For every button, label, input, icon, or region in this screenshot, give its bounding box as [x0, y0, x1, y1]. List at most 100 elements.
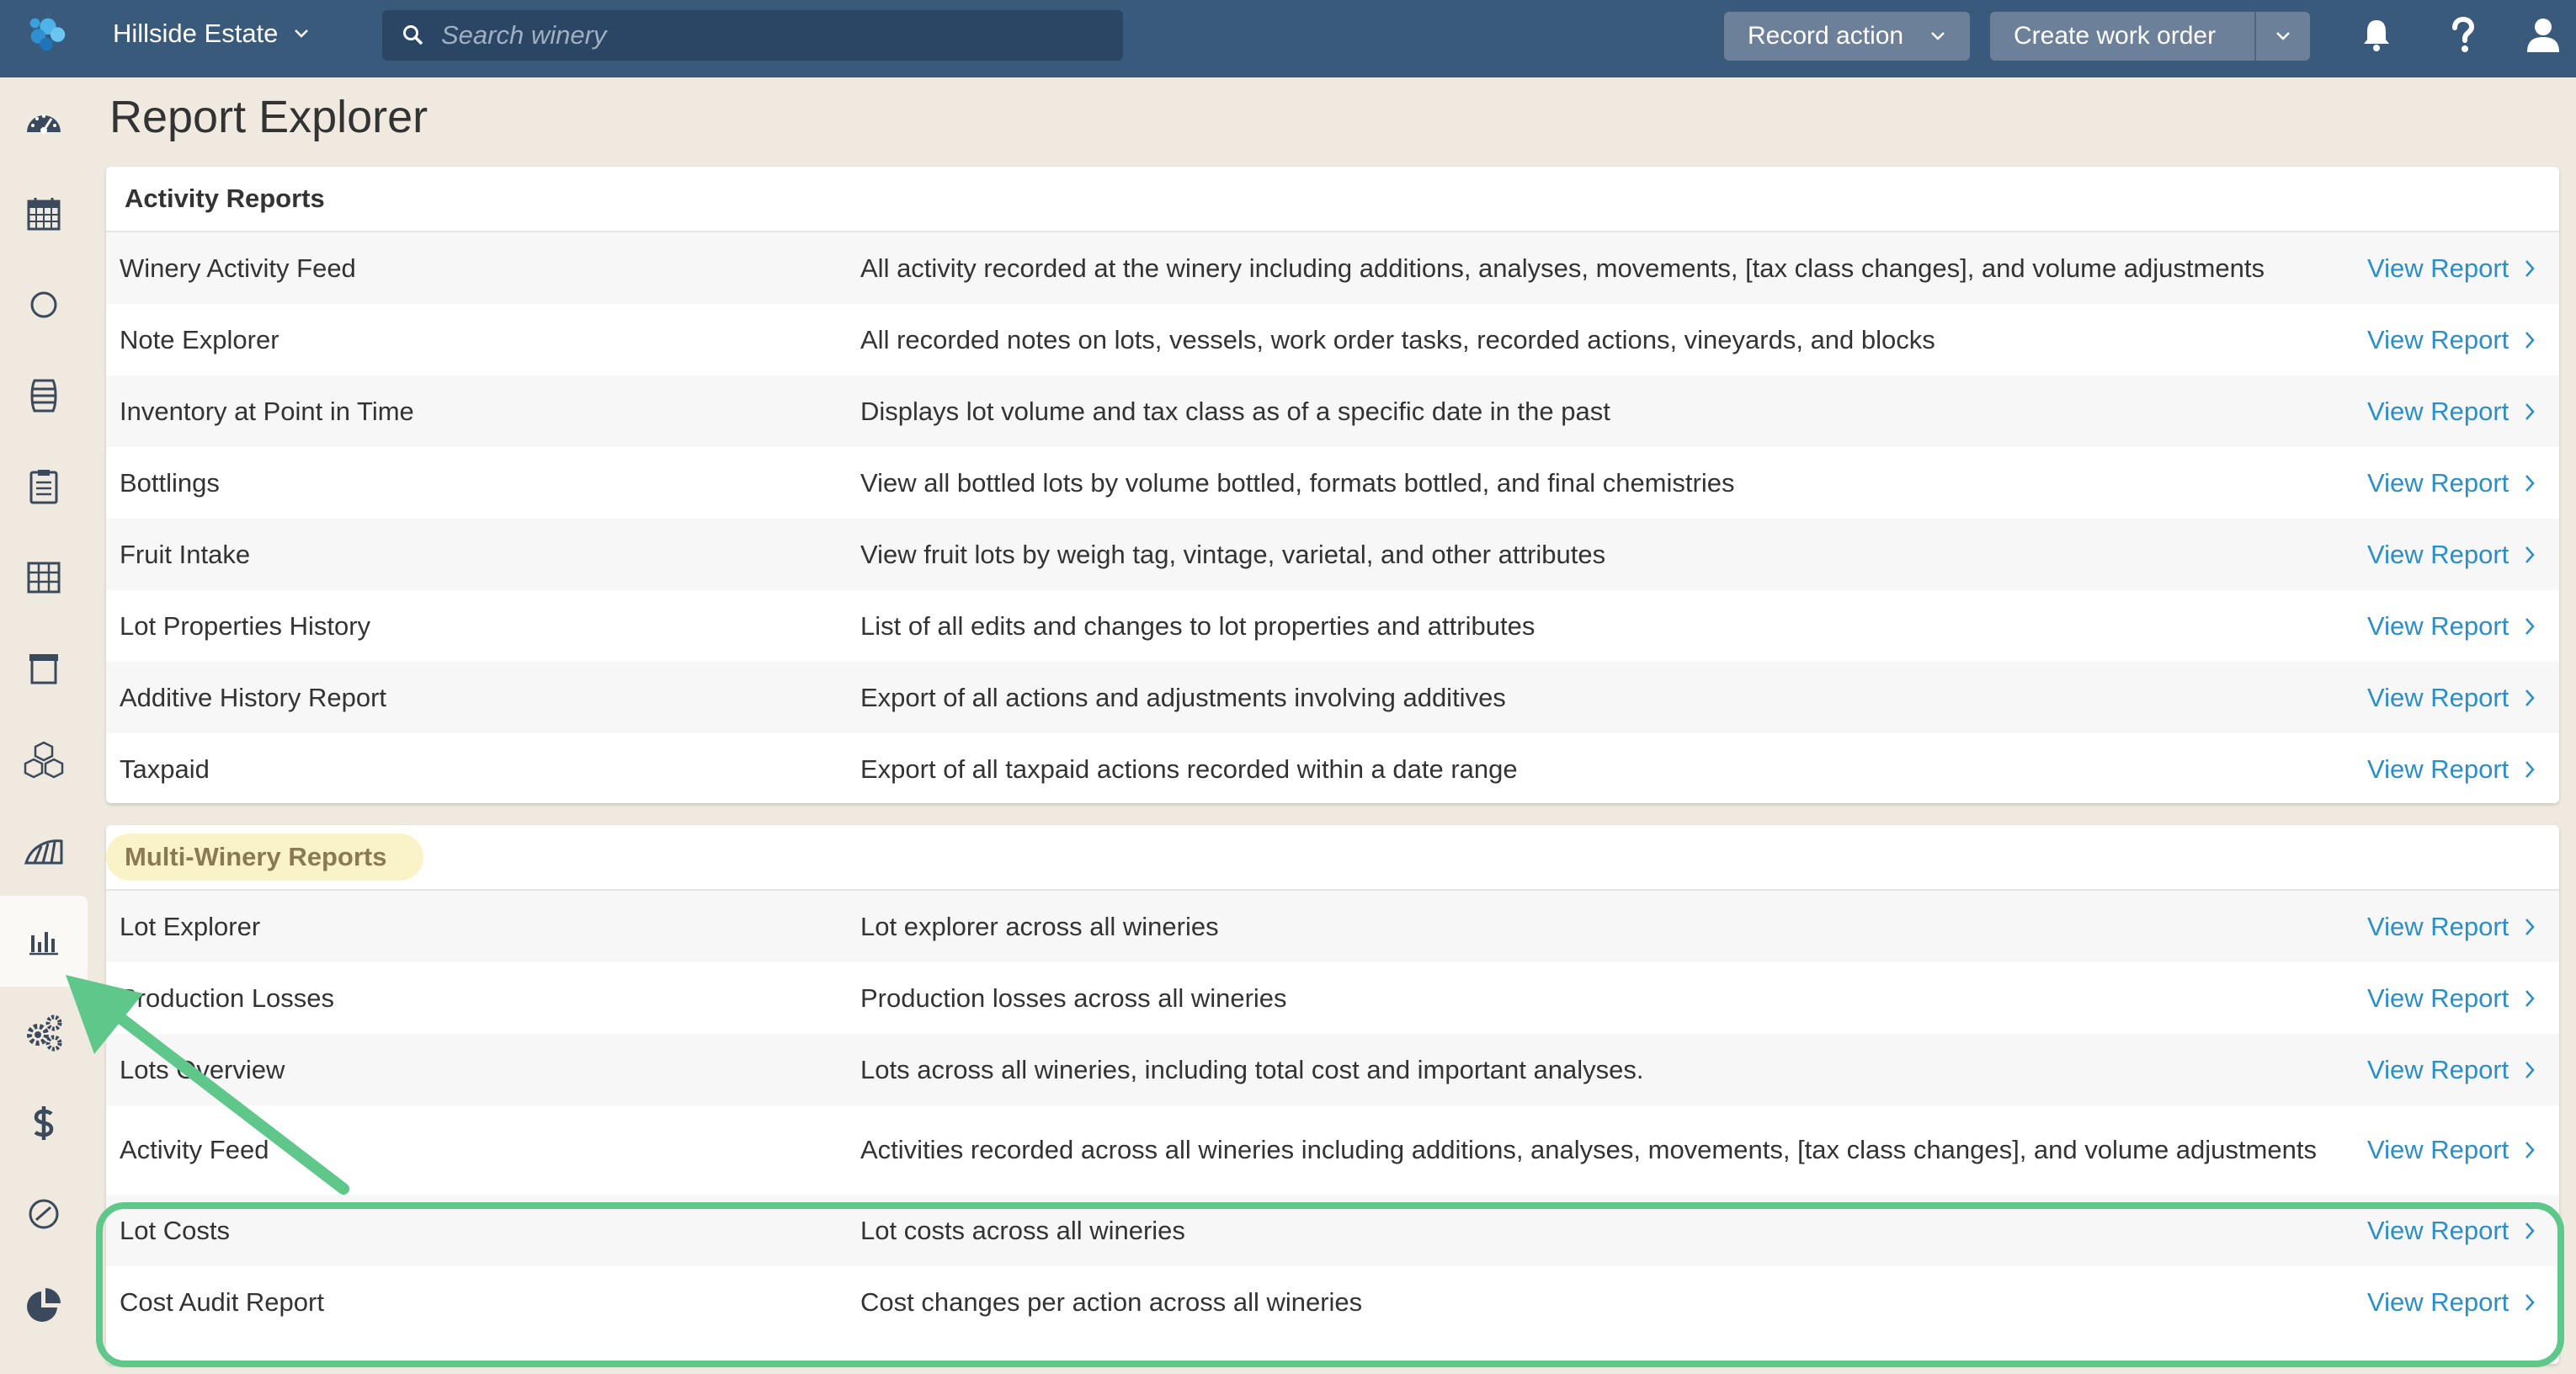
view-report-link[interactable]: View Report: [2367, 611, 2536, 642]
section-heading-container: Multi-Winery Reports: [106, 825, 2559, 891]
report-description: Production losses across all wineries: [860, 983, 1287, 1013]
search-bar[interactable]: [382, 10, 1123, 61]
chevron-right-icon: [2525, 689, 2535, 706]
multi-winery-reports-card: Multi-Winery Reports Lot Explorer Lot exp…: [106, 825, 2559, 1364]
view-report-link[interactable]: View Report: [2367, 468, 2536, 498]
view-report-link[interactable]: View Report: [2367, 253, 2536, 284]
barrel-icon: [30, 379, 57, 413]
view-report-link[interactable]: View Report: [2367, 325, 2536, 355]
report-description: Cost changes per action across all winer…: [860, 1286, 1363, 1317]
user-icon[interactable]: [2524, 15, 2563, 54]
sidebar-item-insights[interactable]: [0, 1260, 88, 1350]
sidebar-item-archive[interactable]: [0, 623, 88, 714]
view-report-label: View Report: [2367, 983, 2509, 1013]
record-action-button[interactable]: Record action: [1724, 12, 1970, 61]
activity-reports-card: Activity Reports Winery Activity Feed All…: [106, 167, 2559, 803]
report-name: Lot Properties History: [120, 610, 371, 641]
grid-icon: [27, 562, 61, 594]
sidebar-item-calendar[interactable]: [0, 168, 88, 259]
pie-chart-icon: [27, 1288, 61, 1322]
report-name: Bottlings: [120, 467, 220, 498]
report-name: Note Explorer: [120, 324, 279, 354]
chevron-right-icon: [2525, 402, 2535, 420]
report-description: Lot explorer across all wineries: [860, 911, 1219, 941]
create-work-order-dropdown[interactable]: [2256, 30, 2310, 42]
sidebar-item-reports[interactable]: [0, 896, 88, 987]
view-report-link[interactable]: View Report: [2367, 1287, 2536, 1318]
view-report-label: View Report: [2367, 253, 2509, 283]
view-report-label: View Report: [2367, 1215, 2509, 1245]
sidebar-item-settings[interactable]: [0, 987, 88, 1078]
sidebar-item-costs[interactable]: [0, 1078, 88, 1169]
bar-chart-icon: [29, 932, 58, 956]
vineyard-icon: [24, 839, 63, 865]
sidebar-item-table[interactable]: [0, 532, 88, 623]
sidebar-item-analysis[interactable]: [0, 1169, 88, 1260]
winery-name: Hillside Estate: [113, 19, 279, 48]
view-report-link[interactable]: View Report: [2367, 683, 2536, 713]
report-description: View all bottled lots by volume bottled,…: [860, 467, 1735, 498]
sidebar-item-lots[interactable]: [0, 259, 88, 350]
app-logo-icon[interactable]: [24, 12, 72, 61]
help-icon[interactable]: [2443, 15, 2482, 54]
view-report-label: View Report: [2367, 911, 2509, 941]
report-name: Lot Costs: [120, 1215, 230, 1245]
clipboard-icon: [29, 470, 58, 504]
create-work-order-button[interactable]: Create work order: [1990, 12, 2310, 61]
top-navigation-bar: Hillside Estate Record action Create wor…: [0, 0, 2576, 77]
report-row: Inventory at Point in Time Displays lot v…: [106, 375, 2559, 447]
report-description: All recorded notes on lots, vessels, wor…: [860, 324, 1935, 354]
report-description: View fruit lots by weigh tag, vintage, v…: [860, 539, 1606, 569]
report-description: Export of all actions and adjustments in…: [860, 682, 1506, 712]
view-report-label: View Report: [2367, 396, 2509, 426]
report-name: Additive History Report: [120, 682, 387, 712]
report-row: Winery Activity Feed All activity recorde…: [106, 232, 2559, 304]
report-name: Lot Explorer: [120, 911, 261, 941]
section-heading: Multi-Winery Reports: [106, 833, 424, 881]
view-report-link[interactable]: View Report: [2367, 983, 2536, 1014]
section-heading: Activity Reports: [106, 167, 2559, 232]
report-row: Activity Feed Activities recorded across …: [106, 1105, 2559, 1195]
report-row: Lot Costs Lot costs across all wineries Vi…: [106, 1195, 2559, 1266]
report-description: Displays lot volume and tax class as of …: [860, 396, 1610, 426]
view-report-link[interactable]: View Report: [2367, 397, 2536, 427]
chevron-right-icon: [2525, 760, 2535, 778]
chevron-right-icon: [2525, 331, 2535, 349]
view-report-label: View Report: [2367, 610, 2509, 641]
chevron-right-icon: [2525, 1061, 2535, 1078]
report-name: Lots Overview: [120, 1054, 285, 1084]
winery-selector[interactable]: Hillside Estate: [113, 0, 310, 67]
create-work-order-label: Create work order: [2014, 22, 2217, 50]
sidebar-item-vineyards[interactable]: [0, 805, 88, 896]
chevron-right-icon: [2525, 259, 2535, 277]
report-description: Lot costs across all wineries: [860, 1215, 1185, 1245]
report-row: Lot Explorer Lot explorer across all wine…: [106, 891, 2559, 962]
sidebar: [0, 77, 88, 1374]
report-row: Taxpaid Export of all taxpaid actions rec…: [106, 733, 2559, 805]
report-description: Export of all taxpaid actions recorded w…: [860, 754, 1518, 784]
report-name: Cost Audit Report: [120, 1286, 324, 1317]
sidebar-item-vessels[interactable]: [0, 350, 88, 441]
calendar-icon: [27, 198, 61, 231]
report-row: Fruit Intake View fruit lots by weigh tag…: [106, 519, 2559, 590]
view-report-link[interactable]: View Report: [2367, 912, 2536, 942]
cogs-icon: [27, 1015, 62, 1052]
report-row: Additive History Report Export of all act…: [106, 662, 2559, 733]
sidebar-item-inventory[interactable]: [0, 714, 88, 805]
report-row: Note Explorer All recorded notes on lots,…: [106, 304, 2559, 375]
search-input[interactable]: [441, 20, 1081, 51]
bell-icon[interactable]: [2357, 15, 2396, 54]
sidebar-item-work-orders[interactable]: [0, 441, 88, 532]
report-row: Lots Overview Lots across all wineries, i…: [106, 1034, 2559, 1105]
view-report-link[interactable]: View Report: [2367, 1216, 2536, 1246]
view-report-link[interactable]: View Report: [2367, 1135, 2536, 1165]
view-report-link[interactable]: View Report: [2367, 1055, 2536, 1085]
view-report-label: View Report: [2367, 754, 2509, 784]
page-title: Report Explorer: [109, 92, 428, 142]
report-name: Activity Feed: [120, 1135, 269, 1164]
report-name: Taxpaid: [120, 754, 210, 784]
report-description: Lots across all wineries, including tota…: [860, 1054, 1644, 1084]
view-report-link[interactable]: View Report: [2367, 540, 2536, 570]
sidebar-item-dashboard[interactable]: [0, 77, 88, 168]
view-report-link[interactable]: View Report: [2367, 754, 2536, 785]
